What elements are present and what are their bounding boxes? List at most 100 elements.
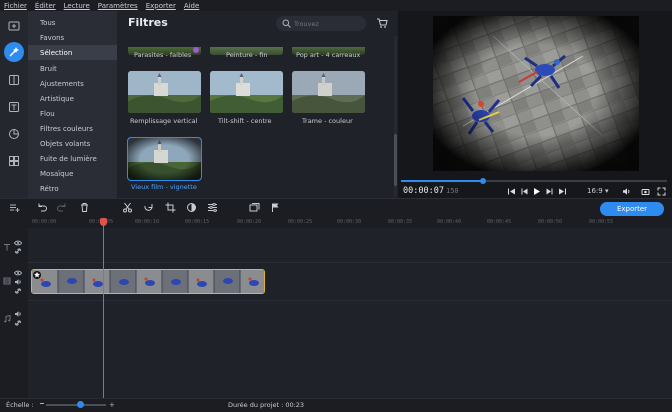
ruler-label: 00:00:25 bbox=[288, 219, 313, 225]
menu-fichier[interactable]: Fichier bbox=[4, 2, 27, 10]
category-favons[interactable]: Favons bbox=[28, 30, 117, 45]
zoom-out-icon[interactable] bbox=[40, 403, 44, 404]
filters-button[interactable] bbox=[4, 42, 24, 62]
marker-button[interactable] bbox=[270, 202, 281, 213]
category-selection[interactable]: Sélection bbox=[28, 45, 117, 60]
star-icon[interactable] bbox=[33, 271, 41, 279]
aspect-ratio-select[interactable]: 16:9 ▾ bbox=[587, 187, 608, 195]
fullscreen-button[interactable] bbox=[656, 186, 666, 196]
link-icon[interactable] bbox=[14, 247, 22, 255]
ruler-label: 00:00:30 bbox=[337, 219, 362, 225]
category-mosaique[interactable]: Mosaïque bbox=[28, 166, 117, 181]
transitions-button[interactable] bbox=[4, 70, 24, 90]
snapshot-button[interactable] bbox=[640, 186, 650, 196]
crop-button[interactable] bbox=[165, 202, 176, 213]
volume-icon[interactable] bbox=[14, 278, 22, 286]
play-button[interactable] bbox=[531, 186, 541, 196]
ruler-label: 00:00:40 bbox=[437, 219, 462, 225]
camera-icon bbox=[641, 188, 649, 195]
menu-parametres[interactable]: Paramètres bbox=[98, 2, 138, 10]
cut-button[interactable] bbox=[122, 202, 133, 213]
undo-button[interactable] bbox=[36, 202, 47, 213]
menu-lecture[interactable]: Lecture bbox=[64, 2, 90, 10]
export-button[interactable]: Exporter bbox=[600, 202, 664, 216]
zoom-slider-knob[interactable] bbox=[77, 401, 84, 408]
volume-icon[interactable] bbox=[14, 310, 22, 318]
current-time: 00:00:07 bbox=[403, 186, 444, 196]
titles-button[interactable] bbox=[4, 97, 24, 117]
frame-back-button[interactable] bbox=[519, 186, 529, 196]
slideshow-button[interactable] bbox=[249, 202, 260, 213]
filter-thumbnail-remplissage[interactable] bbox=[128, 71, 201, 113]
import-button[interactable] bbox=[4, 16, 24, 36]
more-tools-button[interactable] bbox=[4, 151, 24, 171]
delete-button[interactable] bbox=[79, 202, 90, 213]
current-frame: 150 bbox=[446, 187, 459, 195]
playhead-handle[interactable] bbox=[100, 218, 107, 226]
frame-back-icon bbox=[521, 188, 527, 194]
rotate-button[interactable] bbox=[143, 202, 154, 213]
filter-label-selected: Vieux film - vignette bbox=[131, 183, 197, 191]
playhead-line[interactable] bbox=[103, 222, 104, 398]
ruler-label: 00:00:50 bbox=[538, 219, 563, 225]
filter-label: Pop art - 4 carreaux bbox=[296, 51, 361, 59]
category-artistique[interactable]: Artistique bbox=[28, 91, 117, 106]
playback-progress-knob[interactable] bbox=[480, 178, 486, 184]
zoom-in-icon[interactable]: + bbox=[109, 401, 115, 409]
clip-properties-button[interactable] bbox=[207, 202, 218, 213]
ruler-label: 00:00:00 bbox=[32, 219, 57, 225]
category-flou[interactable]: Flou bbox=[28, 106, 117, 121]
timeline-tracks[interactable] bbox=[28, 228, 672, 398]
video-clip[interactable] bbox=[31, 269, 265, 294]
visibility-eye-icon[interactable] bbox=[13, 269, 23, 277]
audio-track-icon bbox=[3, 314, 11, 323]
cart-icon[interactable] bbox=[376, 17, 388, 29]
link-icon[interactable] bbox=[14, 319, 22, 327]
ruler-label: 00:00:55 bbox=[589, 219, 614, 225]
import-icon bbox=[8, 21, 20, 31]
undo-icon bbox=[38, 203, 47, 212]
zoom-slider-track[interactable] bbox=[46, 404, 106, 406]
filter-thumbnail-trame[interactable] bbox=[292, 71, 365, 113]
category-ajustements[interactable]: Ajustements bbox=[28, 76, 117, 91]
menu-editer[interactable]: Éditer bbox=[35, 2, 56, 10]
filter-thumbnail-vieux-film[interactable] bbox=[127, 137, 202, 181]
menu-exporter[interactable]: Exporter bbox=[146, 2, 176, 10]
category-tous[interactable]: Tous bbox=[28, 15, 117, 30]
crop-icon bbox=[165, 202, 176, 213]
frame-forward-button[interactable] bbox=[544, 186, 554, 196]
visibility-eye-icon[interactable] bbox=[13, 239, 23, 247]
track-divider bbox=[28, 300, 672, 301]
filters-scrollbar-thumb[interactable] bbox=[394, 134, 397, 186]
category-objets-volants[interactable]: Objets volants bbox=[28, 136, 117, 151]
category-bruit[interactable]: Bruit bbox=[28, 61, 117, 76]
redo-button[interactable] bbox=[57, 202, 68, 213]
menu-aide[interactable]: Aide bbox=[184, 2, 199, 10]
color-adjust-button[interactable] bbox=[186, 202, 197, 213]
category-fuite-de-lumiere[interactable]: Fuite de lumière bbox=[28, 151, 117, 166]
filter-label: Tilt-shift - centre bbox=[218, 117, 272, 125]
filter-thumbnail-tiltshift[interactable] bbox=[210, 71, 283, 113]
category-retro[interactable]: Rétro bbox=[28, 181, 117, 196]
playback-progress-fill bbox=[401, 180, 483, 182]
ruler-label: 00:00:45 bbox=[487, 219, 512, 225]
link-icon[interactable] bbox=[14, 287, 22, 295]
tool-rail bbox=[0, 11, 28, 198]
frame-forward-icon bbox=[546, 188, 552, 194]
add-track-button[interactable] bbox=[9, 202, 20, 213]
volume-button[interactable] bbox=[621, 186, 631, 196]
video-preview[interactable] bbox=[433, 16, 639, 171]
scale-label: Échelle : bbox=[6, 401, 34, 409]
skip-back-button[interactable] bbox=[506, 186, 516, 196]
skip-forward-icon bbox=[558, 188, 566, 194]
castle-landscape-image bbox=[292, 71, 365, 113]
search-icon[interactable] bbox=[282, 19, 291, 28]
category-filtres-couleurs[interactable]: Filtres couleurs bbox=[28, 121, 117, 136]
ruler-label: 00:00:20 bbox=[237, 219, 262, 225]
more-tools-icon bbox=[9, 156, 19, 166]
favorite-badge-icon bbox=[193, 47, 199, 53]
skip-forward-button[interactable] bbox=[557, 186, 567, 196]
stickers-button[interactable] bbox=[4, 124, 24, 144]
search-input[interactable] bbox=[294, 16, 364, 31]
rotate-icon bbox=[144, 204, 153, 211]
